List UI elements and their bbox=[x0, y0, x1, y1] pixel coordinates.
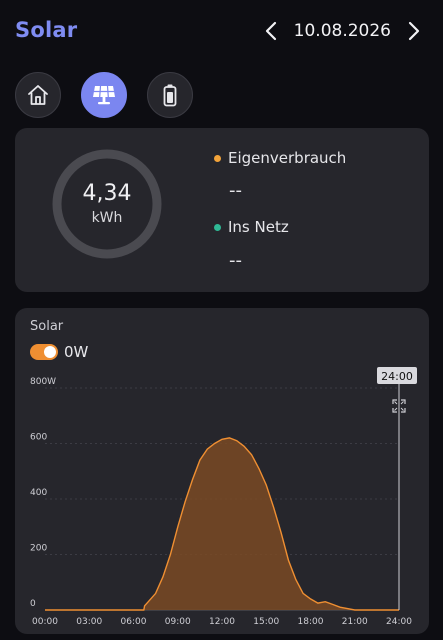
chevron-left-icon bbox=[265, 21, 276, 41]
x-tick-label: 03:00 bbox=[76, 617, 102, 627]
x-tick-label: 24:00 bbox=[386, 617, 412, 627]
tab-home[interactable] bbox=[15, 72, 61, 118]
x-tick-label: 15:00 bbox=[253, 617, 279, 627]
x-tick-label: 21:00 bbox=[342, 617, 368, 627]
solar-chart[interactable]: 0 200 400 600 800W 00:00 03:00 06:00 09:00 12:00… bbox=[15, 308, 429, 634]
tab-solar[interactable] bbox=[81, 72, 127, 118]
total-production-unit: kWh bbox=[91, 210, 123, 226]
grid-feed-value: -- bbox=[229, 250, 242, 271]
self-consumption-label: Eigenverbrauch bbox=[228, 149, 347, 167]
grid-feed-legend: Ins Netz bbox=[214, 218, 289, 236]
view-tabs bbox=[15, 72, 193, 118]
y-tick-label: 600 bbox=[30, 433, 47, 443]
next-day-button[interactable] bbox=[405, 18, 423, 44]
total-production-value: 4,34 bbox=[82, 181, 132, 206]
energy-summary-card: 4,34 kWh Eigenverbrauch -- Ins Netz -- bbox=[15, 128, 429, 292]
y-tick-label: 200 bbox=[30, 544, 47, 554]
chevron-right-icon bbox=[408, 21, 420, 41]
page-title: Solar bbox=[15, 18, 78, 42]
x-tick-label: 09:00 bbox=[165, 617, 191, 627]
x-tick-label: 12:00 bbox=[209, 617, 235, 627]
y-tick-label: 800W bbox=[30, 377, 56, 387]
y-tick-label: 400 bbox=[30, 488, 47, 498]
time-cursor-badge: 24:00 bbox=[377, 367, 417, 384]
x-tick-label: 18:00 bbox=[298, 617, 324, 627]
y-tick-label: 0 bbox=[30, 599, 36, 609]
header: Solar 10.08.2026 bbox=[0, 0, 443, 64]
solar-chart-card: Solar 0W 0 200 400 600 800W 00:00 03:00 06:00 0… bbox=[15, 308, 429, 634]
self-consumption-value: -- bbox=[229, 180, 242, 201]
date-navigation: 10.08.2026 bbox=[262, 18, 423, 44]
x-tick-label: 00:00 bbox=[32, 617, 58, 627]
home-icon bbox=[28, 85, 48, 105]
solar-panel-icon bbox=[93, 85, 115, 105]
grid-feed-dot bbox=[214, 223, 221, 231]
previous-day-button[interactable] bbox=[262, 18, 280, 44]
tab-battery[interactable] bbox=[147, 72, 193, 118]
solar-area bbox=[45, 437, 399, 610]
self-consumption-dot bbox=[214, 154, 221, 162]
time-cursor-label: 24:00 bbox=[381, 370, 413, 383]
x-tick-label: 06:00 bbox=[121, 617, 147, 627]
self-consumption-legend: Eigenverbrauch bbox=[214, 149, 346, 167]
grid-feed-label: Ins Netz bbox=[228, 218, 289, 236]
battery-icon bbox=[163, 84, 177, 107]
date-label[interactable]: 10.08.2026 bbox=[294, 21, 391, 41]
